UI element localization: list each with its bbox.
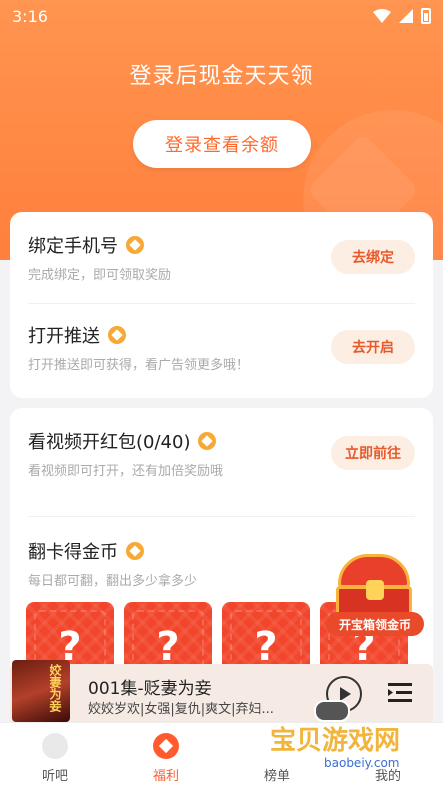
treasure-label: 开宝箱领金币: [326, 612, 424, 636]
go-now-button[interactable]: 立即前往: [331, 436, 415, 470]
task-description: 完成绑定，即可领取奖励: [28, 268, 172, 283]
player-title: 001集-贬妻为妾: [88, 679, 212, 699]
watermark-url: baobeiy.com: [324, 756, 400, 770]
task-title-text: 绑定手机号: [28, 236, 118, 257]
playlist-icon[interactable]: [386, 680, 414, 706]
coin-icon: [198, 432, 217, 450]
wifi-icon: [373, 9, 391, 23]
enable-button[interactable]: 去开启: [331, 330, 415, 364]
treasure-chest-button[interactable]: 开宝箱领金币: [326, 548, 424, 640]
page-title: 登录后现金天天领: [129, 64, 314, 89]
signal-icon: [399, 9, 413, 23]
task-card: 绑定手机号 完成绑定，即可领取奖励 去绑定 打开推送 打开推送即可获得，看广告领…: [10, 212, 433, 398]
task-title-text: 打开推送: [28, 326, 100, 347]
watermark-text: 宝贝游戏网: [270, 726, 401, 756]
cover-title: 姣妻为妾: [48, 664, 62, 712]
task-description: 看视频即可打开，还有加倍奖励哦: [28, 464, 224, 479]
task-title: 看视频开红包(0/40): [28, 428, 217, 454]
player-tags: 姣姣岁欢|女强|复仇|爽文|弃妇...: [88, 702, 274, 717]
task-title: 翻卡得金币: [28, 538, 144, 564]
coin-icon: [126, 236, 144, 254]
task-description: 打开推送即可获得，看广告领更多哦！: [28, 358, 250, 373]
bind-button[interactable]: 去绑定: [331, 240, 415, 274]
status-icons: [373, 8, 431, 24]
divider: [28, 516, 415, 517]
task-description: 每日都可翻，翻出多少拿多少: [28, 574, 198, 589]
task-title: 绑定手机号: [28, 232, 144, 258]
watermark: 宝贝游戏网 baobeiy.com: [262, 700, 442, 784]
coin-icon: [108, 326, 126, 344]
battery-icon: [421, 8, 431, 24]
task-title: 打开推送: [28, 322, 126, 348]
tab-label: 福利: [152, 769, 179, 784]
task-title-text: 看视频开红包(0/40): [28, 432, 191, 453]
tab-listen[interactable]: 听吧: [20, 733, 90, 784]
coin-icon: [126, 542, 144, 560]
gamepad-icon: [314, 700, 350, 722]
task-title-text: 翻卡得金币: [28, 542, 118, 563]
chest-lock: [366, 580, 384, 600]
task-bind-phone: 绑定手机号 完成绑定，即可领取奖励 去绑定: [28, 212, 415, 302]
status-time: 3:16: [12, 6, 48, 26]
tab-label: 听吧: [41, 769, 68, 784]
task-enable-push: 打开推送 打开推送即可获得，看广告领更多哦！ 去开启: [28, 302, 415, 392]
welfare-icon: [153, 733, 179, 759]
status-bar: 3:16: [0, 0, 443, 32]
compass-icon: [42, 733, 68, 759]
book-cover[interactable]: 姣妻为妾: [12, 660, 70, 722]
login-button[interactable]: 登录查看余额: [133, 120, 311, 168]
tab-welfare[interactable]: 福利: [131, 733, 201, 784]
task-watch-video: 看视频开红包(0/40) 看视频即可打开，还有加倍奖励哦 立即前往: [28, 408, 415, 498]
